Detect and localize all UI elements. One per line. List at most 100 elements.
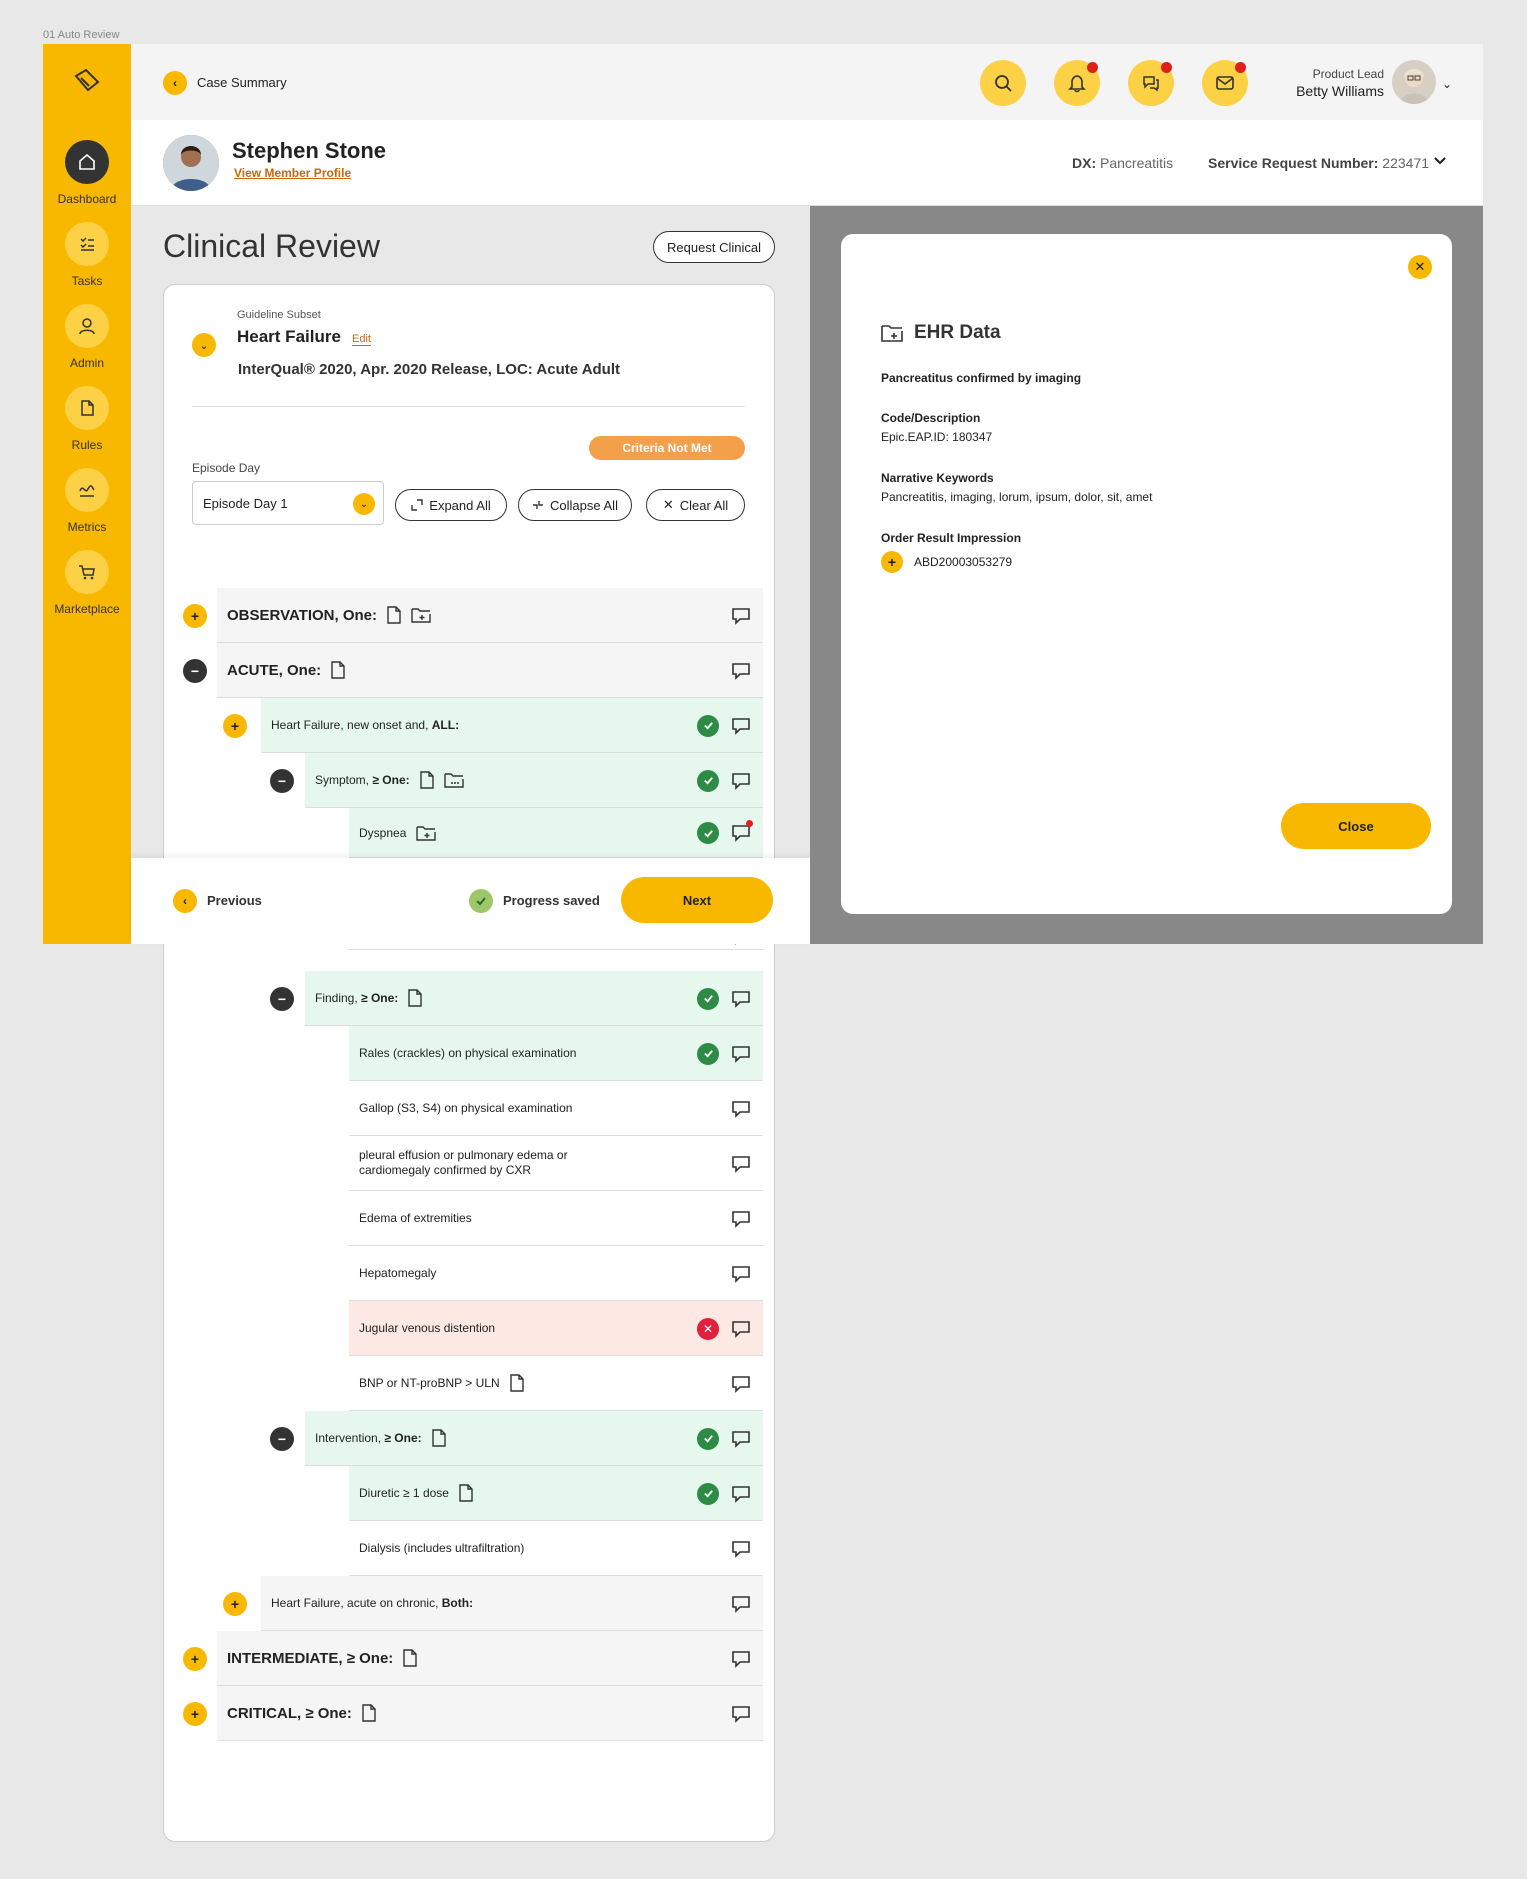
breadcrumb[interactable]: Case Summary [197, 75, 287, 90]
tree-row[interactable]: OBSERVATION, One: [217, 588, 763, 643]
tree-row[interactable]: Gallop (S3, S4) on physical examination [349, 1081, 763, 1136]
user-name[interactable]: Betty Williams [1255, 83, 1384, 99]
chat-button[interactable] [1128, 60, 1174, 106]
tree-row-text-suffix: ≥ One: [372, 773, 410, 787]
row-icon[interactable] [459, 1484, 473, 1502]
collapse-row-button[interactable]: − [270, 768, 294, 793]
expand-row-button[interactable]: + [223, 713, 247, 738]
collapse-row-button[interactable]: − [270, 1426, 294, 1451]
tree-row[interactable]: Diuretic ≥ 1 dose [349, 1466, 763, 1521]
expand-order-button[interactable]: + [881, 551, 903, 573]
sidebar-item-dashboard[interactable]: Dashboard [43, 140, 131, 206]
comment-icon[interactable] [731, 661, 751, 681]
tree-row[interactable]: Symptom, ≥ One: [305, 753, 763, 808]
document-icon [65, 386, 109, 430]
comment-icon[interactable] [731, 1594, 751, 1614]
mail-button[interactable] [1202, 60, 1248, 106]
avatar[interactable] [1392, 60, 1436, 104]
comment-icon[interactable] [731, 716, 751, 736]
previous-button[interactable]: ‹ [173, 889, 197, 913]
tree-row-text: CRITICAL, ≥ One: [227, 1705, 352, 1722]
close-icon[interactable]: ✕ [1408, 255, 1432, 279]
tree-row[interactable]: Edema of extremities [349, 1191, 763, 1246]
tree-row[interactable]: Rales (crackles) on physical examination [349, 1026, 763, 1081]
tree-row[interactable]: INTERMEDIATE, ≥ One: [217, 1631, 763, 1686]
close-button[interactable]: Close [1281, 803, 1431, 849]
collapse-all-button[interactable]: Collapse All [518, 489, 632, 521]
expand-row-button[interactable]: + [183, 603, 207, 628]
comment-icon[interactable] [731, 1484, 751, 1504]
row-icon[interactable] [419, 771, 434, 789]
tree-row[interactable]: Jugular venous distention ✕ [349, 1301, 763, 1356]
comment-icon[interactable] [731, 1429, 751, 1449]
comment-icon[interactable] [731, 1209, 751, 1229]
tree-row-label: Edema of extremities [349, 1211, 472, 1225]
back-button[interactable]: ‹ [163, 71, 187, 95]
comment-icon[interactable] [731, 1704, 751, 1724]
comment-icon[interactable] [731, 1264, 751, 1284]
comment-icon[interactable] [731, 989, 751, 1009]
tree-row[interactable]: BNP or NT-proBNP > ULN [349, 1356, 763, 1411]
expand-row-button[interactable]: + [183, 1701, 207, 1726]
comment-icon[interactable] [731, 1539, 751, 1559]
row-icon[interactable] [362, 1704, 376, 1722]
expand-row-button[interactable]: + [183, 1646, 207, 1671]
row-icon[interactable] [411, 607, 431, 623]
sidebar-item-marketplace[interactable]: Marketplace [43, 550, 131, 616]
comment-icon[interactable] [731, 1374, 751, 1394]
collapse-guideline-button[interactable]: ⌄ [192, 333, 216, 357]
next-button[interactable]: Next [621, 877, 773, 923]
row-icon[interactable] [416, 825, 437, 841]
sidebar-item-tasks[interactable]: Tasks [43, 222, 131, 288]
edit-guideline-link[interactable]: Edit [352, 333, 371, 346]
expand-row-button[interactable]: + [223, 1591, 247, 1616]
comment-icon[interactable] [731, 1649, 751, 1669]
chevron-down-icon[interactable] [1432, 153, 1448, 174]
row-icon[interactable] [331, 661, 345, 679]
view-member-profile-link[interactable]: View Member Profile [234, 166, 351, 180]
sidebar-item-metrics[interactable]: Metrics [43, 468, 131, 534]
tree-row[interactable]: Intervention, ≥ One: [305, 1411, 763, 1466]
search-button[interactable] [980, 60, 1026, 106]
sidebar-item-rules[interactable]: Rules [43, 386, 131, 452]
tree-row[interactable]: Heart Failure, new onset and, ALL: [261, 698, 763, 753]
comment-icon[interactable] [731, 820, 753, 843]
guideline-label: Guideline Subset [237, 309, 321, 321]
row-icon[interactable] [403, 1649, 417, 1667]
tree-row[interactable]: pleural effusion or pulmonary edema or ca… [349, 1136, 763, 1191]
collapse-row-button[interactable]: − [270, 986, 294, 1011]
comment-icon[interactable] [731, 1044, 751, 1064]
tree-row[interactable]: Hepatomegaly [349, 1246, 763, 1301]
tree-row[interactable]: Heart Failure, acute on chronic, Both: [261, 1576, 763, 1631]
row-icon[interactable] [431, 1429, 446, 1447]
row-icon[interactable] [509, 1374, 524, 1392]
tree-row[interactable]: ACUTE, One: [217, 643, 763, 698]
chevron-down-icon[interactable]: ⌄ [1442, 77, 1452, 91]
document-icon [509, 1374, 524, 1392]
tree-row[interactable]: Finding, ≥ One: [305, 971, 763, 1026]
tree-row[interactable]: CRITICAL, ≥ One: [217, 1686, 763, 1741]
comment-icon[interactable] [731, 1154, 751, 1174]
row-icon[interactable] [387, 606, 401, 624]
comment-icon[interactable] [731, 1099, 751, 1119]
comment-icon[interactable] [731, 1319, 751, 1339]
tree-row-text: Dialysis (includes ultrafiltration) [359, 1541, 524, 1555]
collapse-row-button[interactable]: − [183, 658, 207, 683]
folder-more-icon [443, 773, 464, 788]
row-icon[interactable] [408, 989, 422, 1007]
notifications-button[interactable] [1054, 60, 1100, 106]
sidebar-item-admin[interactable]: Admin [43, 304, 131, 370]
comment-icon[interactable] [731, 771, 751, 791]
tree-row[interactable]: Dyspnea [349, 808, 763, 858]
request-clinical-button[interactable]: Request Clinical [653, 231, 775, 263]
clear-all-button[interactable]: ✕ Clear All [646, 489, 745, 521]
notification-dot [1161, 62, 1172, 73]
previous-label[interactable]: Previous [207, 893, 262, 908]
episode-day-select[interactable]: Episode Day 1 ⌄ [192, 481, 384, 525]
tree-row-text: Hepatomegaly [359, 1266, 436, 1280]
document-icon [431, 1429, 446, 1447]
expand-all-button[interactable]: Expand All [395, 489, 507, 521]
comment-icon[interactable] [731, 606, 751, 626]
tree-row[interactable]: Dialysis (includes ultrafiltration) [349, 1521, 763, 1576]
row-icon[interactable] [443, 772, 464, 788]
